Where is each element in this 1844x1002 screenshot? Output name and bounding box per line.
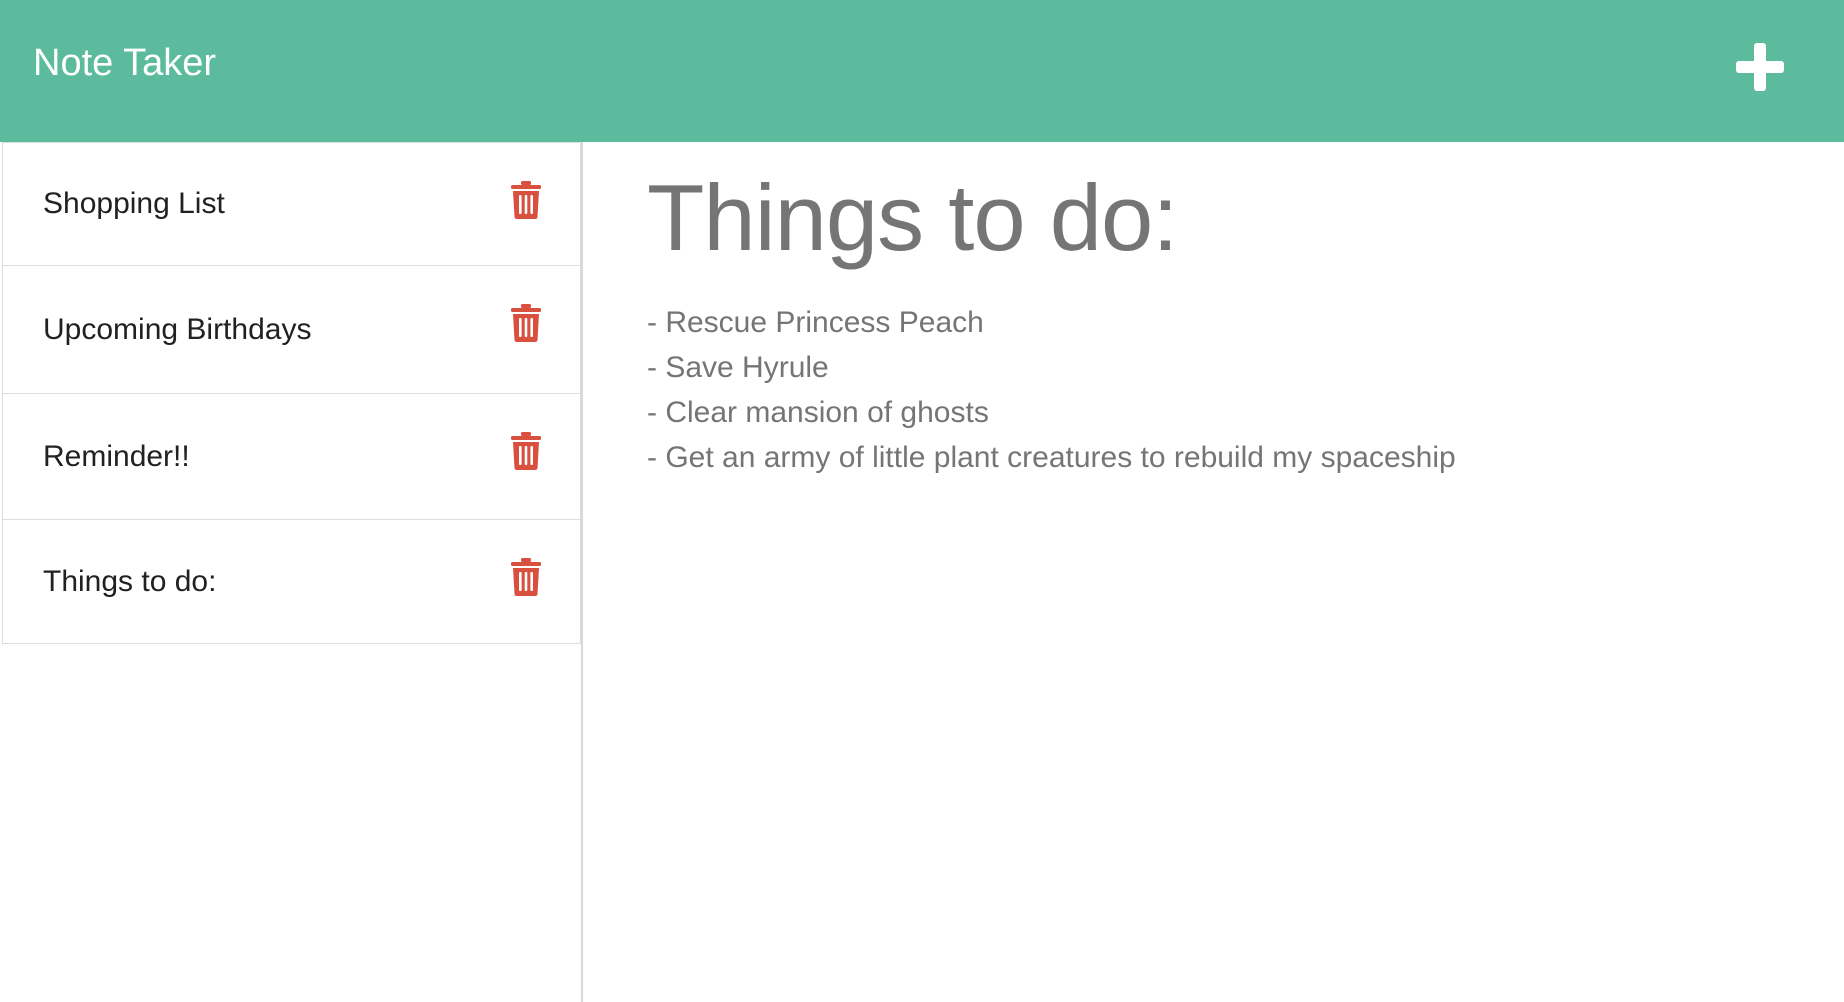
delete-note-button[interactable]: [510, 558, 542, 596]
note-text-line: - Clear mansion of ghosts: [647, 396, 989, 429]
delete-note-button[interactable]: [510, 432, 542, 470]
note-text-line: - Save Hyrule: [647, 351, 829, 384]
note-editor: Things to do: - Rescue Princess Peach - …: [583, 142, 1844, 1002]
note-title[interactable]: Things to do:: [647, 166, 1178, 270]
note-list-item-title: Shopping List: [43, 187, 225, 220]
note-list: Shopping List Upcoming Birthdays Reminde…: [2, 142, 581, 644]
note-text-line: - Rescue Princess Peach: [647, 306, 984, 339]
navbar: Note Taker: [0, 0, 1844, 142]
note-list-item-title: Things to do:: [43, 564, 217, 598]
add-note-button[interactable]: [1734, 41, 1786, 93]
note-list-item[interactable]: Things to do:: [2, 520, 581, 644]
notes-sidebar: Shopping List Upcoming Birthdays Reminde…: [0, 142, 583, 1002]
note-list-item-title: Reminder!!: [43, 439, 190, 473]
note-list-item[interactable]: Shopping List: [2, 142, 581, 266]
app-title: Note Taker: [33, 42, 217, 84]
plus-icon: [1736, 43, 1784, 91]
note-text[interactable]: - Rescue Princess Peach - Save Hyrule - …: [647, 300, 1797, 480]
note-list-item[interactable]: Upcoming Birthdays: [2, 266, 581, 394]
note-text-line: - Get an army of little plant creatures …: [647, 441, 1456, 474]
delete-note-button[interactable]: [510, 304, 542, 342]
delete-note-button[interactable]: [510, 181, 542, 219]
note-list-item-title: Upcoming Birthdays: [43, 312, 312, 346]
note-list-item[interactable]: Reminder!!: [2, 394, 581, 520]
